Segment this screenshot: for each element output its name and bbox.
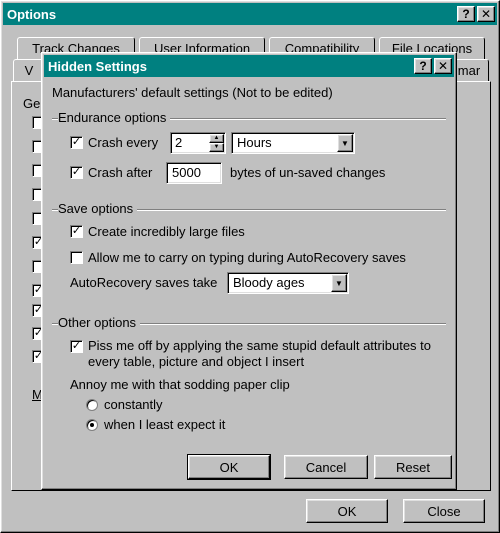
chevron-down-icon[interactable]: ▼: [331, 274, 347, 292]
options-title: Options: [7, 6, 57, 22]
tab-label: mar: [457, 63, 481, 78]
crash-every-spinner[interactable]: 2 ▲ ▼: [170, 132, 226, 154]
piss-off-label-line1: Piss me off by applying the same stupid …: [88, 338, 432, 353]
options-titlebar: Options ? ✕: [3, 3, 497, 25]
annoy-label: Annoy me with that sodding paper clip: [70, 377, 290, 392]
crash-after-value: 5000: [172, 165, 201, 180]
crash-interval-value: Hours: [237, 135, 272, 150]
dialog-cancel-button[interactable]: Cancel: [284, 455, 368, 479]
endurance-header: Endurance options: [58, 110, 171, 125]
dialog-titlebar: Hidden Settings ? ✕: [44, 55, 454, 77]
tab-label: V: [24, 63, 34, 78]
radio-unexpected-label: when I least expect it: [104, 417, 226, 432]
help-icon[interactable]: ?: [457, 6, 475, 22]
large-files-checkbox[interactable]: ✓: [70, 225, 83, 238]
cancel-label: Cancel: [305, 459, 347, 475]
close-label: Close: [427, 503, 461, 519]
crash-every-checkbox[interactable]: ✓: [70, 136, 83, 149]
crash-after-checkbox[interactable]: ✓: [70, 166, 83, 179]
help-icon[interactable]: ?: [414, 58, 432, 74]
spin-up-icon[interactable]: ▲: [209, 134, 224, 143]
large-files-label: Create incredibly large files: [88, 224, 245, 239]
autorecovery-select[interactable]: Bloody ages ▼: [227, 272, 349, 294]
dialog-title: Hidden Settings: [48, 58, 147, 74]
radio-constantly-label: constantly: [104, 397, 163, 412]
close-icon[interactable]: ✕: [477, 6, 495, 22]
ok-label: OK: [337, 503, 357, 519]
save-header: Save options: [58, 201, 138, 216]
allow-typing-checkbox[interactable]: [70, 251, 83, 264]
other-header: Other options: [58, 315, 141, 330]
crash-after-input[interactable]: 5000: [166, 162, 222, 184]
reset-label: Reset: [396, 459, 430, 475]
options-ok-button[interactable]: OK: [306, 499, 388, 523]
hidden-settings-dialog: Hidden Settings ? ✕ Manufacturers' defau…: [41, 52, 457, 490]
autorecovery-label: AutoRecovery saves take: [70, 275, 218, 290]
dialog-reset-button[interactable]: Reset: [374, 455, 452, 479]
spin-down-icon[interactable]: ▼: [209, 143, 224, 152]
autorecovery-value: Bloody ages: [233, 275, 305, 290]
dialog-description: Manufacturers' default settings (Not to …: [52, 85, 333, 100]
piss-off-checkbox[interactable]: ✓: [70, 340, 83, 353]
crash-every-value: 2: [175, 135, 183, 150]
crash-interval-select[interactable]: Hours ▼: [231, 132, 355, 154]
radio-selected-dot: [90, 423, 94, 427]
allow-typing-label: Allow me to carry on typing during AutoR…: [88, 250, 406, 265]
chevron-down-icon[interactable]: ▼: [337, 134, 353, 152]
radio-constantly[interactable]: [86, 399, 98, 411]
crash-after-label: Crash after: [88, 165, 153, 180]
ok-label: OK: [219, 459, 239, 475]
dialog-ok-button[interactable]: OK: [187, 454, 271, 480]
close-icon[interactable]: ✕: [434, 58, 452, 74]
options-close-button[interactable]: Close: [403, 499, 485, 523]
crash-after-suffix: bytes of un-saved changes: [230, 165, 386, 180]
piss-off-label-line2: every table, picture and object I insert: [88, 354, 305, 369]
radio-unexpected[interactable]: [86, 419, 98, 431]
crash-every-label: Crash every: [88, 135, 159, 150]
